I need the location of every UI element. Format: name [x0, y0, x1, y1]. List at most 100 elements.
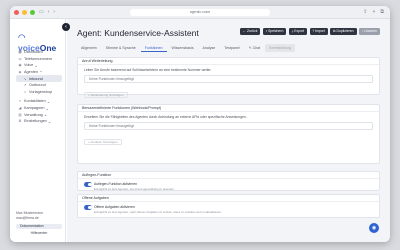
sidebar-item-verwaltung[interactable]: ▥ Verwaltung ⌄	[16, 111, 62, 118]
forward-arrow-icon[interactable]: ›	[53, 9, 55, 15]
tabs-overview-icon[interactable]: ⧉	[380, 9, 384, 15]
delete-button[interactable]: ▫ Löschen	[359, 28, 380, 35]
button-label: Duplizieren	[336, 29, 354, 33]
sidebar-item-kampagnen[interactable]: ◢ Kampagnen ⌄	[16, 105, 62, 112]
sidebar-item-label: Einstellungen	[24, 119, 47, 124]
sidebar-footer: Max Mustermann max@firma.de Dokumentatio…	[16, 211, 62, 236]
section-description: Erweitern Sie die Fähigkeiten des Agente…	[84, 115, 247, 119]
sidebar-toggle-icon[interactable]: ▭	[39, 9, 44, 15]
maximize-window-icon[interactable]	[30, 9, 35, 15]
toggle-text: Offene Aufgaben aktivieren Ermöglicht es…	[94, 205, 222, 214]
tab-chat[interactable]: ✎ Chat	[245, 44, 265, 52]
sidebar-item-label: Voice	[24, 63, 34, 68]
sidebar-item-vorlagenshop[interactable]: ⌂ Vorlagenshop	[16, 89, 62, 96]
tab-analyse[interactable]: Analyse	[199, 44, 220, 52]
section-description: Leiten Sie Anrufe basierend auf Schlüsse…	[84, 68, 212, 72]
tab-bereitstellung: Bereitstellung	[265, 44, 296, 52]
grid-icon: ▦	[18, 50, 22, 55]
arrow-out-icon: ↗	[23, 83, 27, 88]
browser-toolbar: ▭ ‹ › agentic.voice ⇪ + ⧉	[10, 6, 390, 19]
close-window-icon[interactable]	[14, 9, 19, 15]
toggle-label: Offene Aufgaben aktivieren	[94, 205, 135, 209]
tab-stimme-sprache[interactable]: Stimme & Sprache	[102, 44, 140, 52]
back-arrow-icon[interactable]: ‹	[48, 9, 50, 15]
tab-testpanel[interactable]: Testpanel	[220, 44, 243, 52]
documentation-link[interactable]: Dokumentation	[16, 224, 62, 229]
help-center-link[interactable]: Hilfecenter	[16, 231, 62, 236]
tab-funktionen[interactable]: Funktionen	[140, 44, 167, 52]
chevron-down-icon: ⌄	[42, 113, 48, 118]
logo-icon: ◠	[18, 32, 26, 42]
share-icon[interactable]: ⇪	[363, 9, 367, 15]
sidebar-item-label: Vorlagenshop	[29, 89, 53, 94]
sidebar-item-kontaktlisten[interactable]: ≡ Kontaktlisten ⌄	[16, 98, 62, 105]
microphone-icon: ◉	[18, 63, 22, 68]
chevron-down-icon: ⌄	[44, 106, 49, 111]
save-button[interactable]: ▪ Speichern	[262, 28, 287, 35]
address-bar[interactable]: agentic.voice	[130, 9, 270, 16]
duplicate-button[interactable]: ⧉ Duplizieren	[330, 28, 357, 35]
chevron-left-icon: ‹	[65, 24, 67, 30]
sidebar-item-dashboard[interactable]: ▦ Dashboard	[16, 49, 62, 56]
chevron-down-icon: ⌄	[33, 63, 38, 68]
section-title: Offene Aufgaben	[78, 195, 379, 202]
toggle-label: Auflegen-Funktion aktivieren	[94, 182, 137, 186]
tab-wissensbasis[interactable]: Wissensbasis	[168, 44, 198, 52]
add-function-button[interactable]: + Funktion hinzufügen	[84, 139, 122, 145]
button-label: Export	[294, 29, 305, 33]
header-actions: ← Zurück ▪ Speichern ⤓ Export ⤒ Import ⧉…	[239, 28, 380, 35]
export-button[interactable]: ⤓ Export	[288, 28, 308, 35]
section-title: Benutzerdefinierte Funktionen (Webhook/P…	[78, 105, 379, 112]
open-tasks-toggle-switch[interactable]	[84, 205, 92, 210]
sidebar-item-label: Kontaktlisten	[24, 99, 46, 104]
app-window: ▭ ‹ › agentic.voice ⇪ + ⧉ ◠ voiceOne ▦ Da…	[10, 6, 390, 242]
sidebar-item-telefonnummern[interactable]: ☏ Telefonnummern	[16, 56, 62, 63]
forwarding-list-field[interactable]: Keine Funktionen hinzugefügt	[84, 75, 373, 83]
chat-widget-button[interactable]: ◉	[369, 223, 379, 233]
sidebar-item-label: Telefonnummern	[24, 56, 53, 61]
open-tasks-toggle-row: Offene Aufgaben aktivieren Ermöglicht es…	[78, 202, 379, 214]
sidebar-item-outbound[interactable]: ↗ Outbound	[16, 82, 62, 89]
new-tab-icon[interactable]: +	[373, 9, 376, 15]
tab-allgemein[interactable]: Allgemein	[77, 44, 101, 52]
chevron-down-icon: ⌄	[45, 99, 50, 104]
toggle-hint: Ermöglicht es dem Agenten, den Anruf eig…	[94, 187, 175, 191]
custom-functions-field[interactable]: Keine Funktionen hinzugefügt	[84, 122, 373, 130]
sidebar-item-einstellungen[interactable]: ⚙ Einstellungen ⌄	[16, 118, 62, 125]
toggle-hint: Ermöglicht es dem Agenten, nach offenen …	[94, 210, 222, 214]
megaphone-icon: ◢	[18, 106, 22, 111]
sidebar-item-agenten[interactable]: ◈ Agenten ⌃	[16, 69, 62, 76]
open-tasks-section: Offene Aufgaben Offene Aufgaben aktivier…	[77, 194, 380, 218]
button-label: Löschen	[364, 29, 377, 33]
back-button[interactable]: ← Zurück	[239, 28, 261, 35]
tab-bar: Allgemein Stimme & Sprache Funktionen Wi…	[77, 44, 296, 52]
button-label: Import	[315, 29, 325, 33]
gear-icon: ⚙	[18, 119, 22, 124]
button-label: Zurück	[247, 29, 258, 33]
arrow-in-icon: ↘	[23, 76, 27, 81]
minimize-window-icon[interactable]	[22, 9, 27, 15]
robot-icon: ◈	[18, 70, 22, 75]
page-title: Agent: Kundenservice-Assistent	[77, 28, 199, 38]
browser-actions: ⇪ + ⧉	[363, 9, 384, 15]
add-forwarding-button[interactable]: + Weiterleitung hinzufügen	[84, 92, 128, 98]
sidebar-collapse-button[interactable]: ‹	[62, 23, 70, 31]
sidebar-item-voice[interactable]: ◉ Voice ⌄	[16, 62, 62, 69]
chat-bubble-icon: ◉	[371, 225, 377, 231]
user-email: max@firma.de	[16, 216, 39, 220]
custom-functions-section: Benutzerdefinierte Funktionen (Webhook/P…	[77, 104, 380, 164]
hangup-toggle-row: Auflegen-Funktion aktivieren Ermöglicht …	[78, 179, 379, 191]
section-title: Anruf Weiterleitung	[78, 58, 379, 65]
section-title: Auflegen-Funktion	[78, 172, 379, 179]
sidebar-item-inbound[interactable]: ↘ Inbound	[16, 75, 62, 82]
list-icon: ≡	[18, 99, 22, 104]
phone-icon: ☏	[18, 56, 23, 61]
chevron-down-icon: ⌄	[46, 119, 52, 124]
hangup-toggle-switch[interactable]	[84, 182, 92, 187]
sidebar-item-label: Outbound	[29, 83, 46, 88]
toggle-text: Auflegen-Funktion aktivieren Ermöglicht …	[94, 182, 175, 191]
hangup-function-section: Auflegen-Funktion Auflegen-Funktion akti…	[77, 171, 380, 191]
import-button[interactable]: ⤒ Import	[309, 28, 328, 35]
sidebar: ◠ voiceOne ▦ Dashboard ☏ Telefonnummern ◉ V…	[10, 19, 66, 242]
store-icon: ⌂	[23, 89, 27, 94]
